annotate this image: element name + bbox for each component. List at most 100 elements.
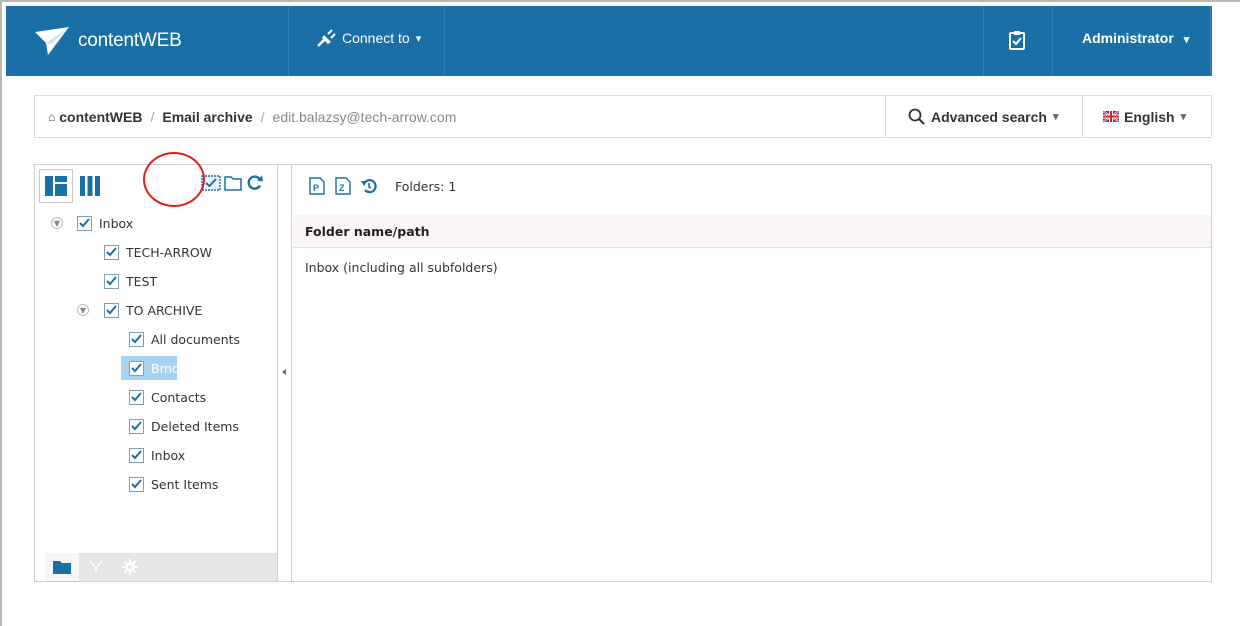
navbar-divider xyxy=(1210,6,1211,76)
checkbox-checked[interactable] xyxy=(104,302,119,318)
expand-toggle-icon[interactable]: ▼ xyxy=(51,217,63,229)
tree-node-label: All documents xyxy=(151,331,241,347)
breadcrumb: ⌂ contentWEB / Email archive / edit.bala… xyxy=(48,109,456,125)
checkmark-icon xyxy=(106,276,117,286)
checkmark-icon xyxy=(131,363,142,373)
navbar-divider xyxy=(983,6,984,76)
checkmark-icon xyxy=(131,334,142,344)
chevron-down-icon: ▾ xyxy=(1180,111,1187,123)
checkmark-icon xyxy=(79,218,90,228)
table-row[interactable]: Inbox (including all subfolders) xyxy=(293,253,1211,281)
user-name: Administrator xyxy=(1082,30,1174,46)
language-dropdown[interactable]: English ▾ xyxy=(1082,96,1212,137)
checkbox-checked[interactable] xyxy=(129,389,144,405)
window-top-border xyxy=(0,0,1240,2)
navbar-divider xyxy=(1052,6,1053,76)
folders-count: Folders: 1 xyxy=(395,178,457,194)
window-left-border xyxy=(0,0,2,626)
tree-node-label: TO ARCHIVE xyxy=(126,302,203,318)
export-zip-button[interactable]: Z xyxy=(333,176,353,196)
tab-filter[interactable] xyxy=(79,553,113,581)
tree-node-label: Inbox xyxy=(99,215,134,231)
history-icon xyxy=(361,179,377,194)
tasks-button[interactable] xyxy=(1008,30,1026,55)
advanced-search-label: Advanced search xyxy=(931,108,1047,125)
checkmark-icon xyxy=(106,305,117,315)
breadcrumb-item-email-archive[interactable]: Email archive xyxy=(162,109,252,125)
plug-icon xyxy=(317,29,336,47)
checkbox-checked[interactable] xyxy=(129,476,144,492)
tree-node-label: Contacts xyxy=(151,389,207,405)
tree-node-label: TEST xyxy=(126,273,158,289)
checkmark-icon xyxy=(131,450,142,460)
tree-node-to-archive[interactable]: TO ARCHIVE xyxy=(104,298,202,322)
tree-node-label: Bmc xyxy=(151,360,179,376)
paper-plane-icon xyxy=(35,27,69,55)
tree-node-tech-arrow[interactable]: TECH-ARROW xyxy=(104,240,212,264)
chevron-down-icon: ▾ xyxy=(1183,34,1190,46)
export-pdf-button[interactable]: P xyxy=(307,176,327,196)
collapse-arrow-icon[interactable] xyxy=(282,369,286,375)
columns-icon xyxy=(80,176,100,196)
layout-toggle xyxy=(39,169,107,203)
tree-node-inbox[interactable]: Inbox xyxy=(77,211,133,235)
brand-logo[interactable]: contentWEB xyxy=(34,24,182,58)
layout-split-icon xyxy=(45,176,67,196)
tree-node-sent-items[interactable]: Sent Items xyxy=(129,472,218,496)
connect-to-label: Connect to xyxy=(342,30,410,46)
checkbox-checked[interactable] xyxy=(129,447,144,463)
pane-splitter[interactable] xyxy=(278,165,292,581)
expand-toggle-icon[interactable]: ▼ xyxy=(77,304,89,316)
results-pane: P Z Folders: 1 Folder name/path Inbox (i… xyxy=(293,165,1211,581)
folder-tree-pane: ▼ Inbox TECH-ARROW TEST ▼ TO ARCHIVE All… xyxy=(35,165,278,581)
user-menu[interactable]: Administrator ▾ xyxy=(1082,30,1189,46)
brand-name: contentWEB xyxy=(78,30,182,51)
restore-button[interactable] xyxy=(359,176,379,196)
breadcrumb-item-home[interactable]: contentWEB xyxy=(59,109,142,125)
folder-path-cell: Inbox (including all subfolders) xyxy=(305,259,498,275)
search-icon xyxy=(908,108,925,125)
checkbox-checked[interactable] xyxy=(77,215,92,231)
checkbox-checked[interactable] xyxy=(104,244,119,260)
columns-layout-button[interactable] xyxy=(73,169,107,203)
checkbox-checked[interactable] xyxy=(129,360,144,376)
breadcrumb-separator: / xyxy=(260,109,265,125)
column-header-folder-path[interactable]: Folder name/path xyxy=(293,215,1211,248)
tree-layout-button[interactable] xyxy=(39,169,73,203)
checkmark-icon xyxy=(131,392,142,402)
tree-node-test[interactable]: TEST xyxy=(104,269,157,293)
chevron-down-icon: ▾ xyxy=(415,32,422,45)
tree-node-bmc[interactable]: Bmc xyxy=(121,356,179,380)
tree-toolbar xyxy=(201,173,267,193)
gear-icon xyxy=(122,559,138,575)
column-header-label: Folder name/path xyxy=(305,223,430,239)
uncheck-all-folders-button[interactable] xyxy=(223,173,243,193)
tree-node-contacts[interactable]: Contacts xyxy=(129,385,206,409)
refresh-tree-button[interactable] xyxy=(245,173,265,193)
tree-node-label: TECH-ARROW xyxy=(126,244,213,260)
home-icon[interactable]: ⌂ xyxy=(48,110,55,124)
zip-file-icon: Z xyxy=(335,177,351,195)
connect-to-dropdown[interactable]: Connect to ▾ xyxy=(316,28,421,48)
navbar-divider xyxy=(288,6,289,76)
tab-folders[interactable] xyxy=(45,553,79,581)
advanced-search-dropdown[interactable]: Advanced search ▾ xyxy=(885,96,1111,137)
top-navbar: contentWEB Connect to ▾ Administrator ▾ xyxy=(6,6,1212,76)
tree-node-inbox-sub[interactable]: Inbox xyxy=(129,443,185,467)
main-panel: ▼ Inbox TECH-ARROW TEST ▼ TO ARCHIVE All… xyxy=(34,164,1212,582)
checkmark-icon xyxy=(106,247,117,257)
tree-node-all-documents[interactable]: All documents xyxy=(129,327,240,351)
tab-settings[interactable] xyxy=(113,553,147,581)
checkbox-checked[interactable] xyxy=(104,273,119,289)
tree-node-label: Deleted Items xyxy=(151,418,239,434)
checkmark-icon xyxy=(131,421,142,431)
refresh-icon xyxy=(247,175,263,190)
annotation-circle xyxy=(143,152,205,207)
filter-icon xyxy=(89,560,103,573)
uk-flag-icon xyxy=(1103,111,1119,122)
svg-text:Z: Z xyxy=(339,183,345,193)
checkbox-checked[interactable] xyxy=(129,331,144,347)
tree-node-deleted-items[interactable]: Deleted Items xyxy=(129,414,239,438)
clipboard-check-icon xyxy=(1009,31,1025,50)
checkbox-checked[interactable] xyxy=(129,418,144,434)
